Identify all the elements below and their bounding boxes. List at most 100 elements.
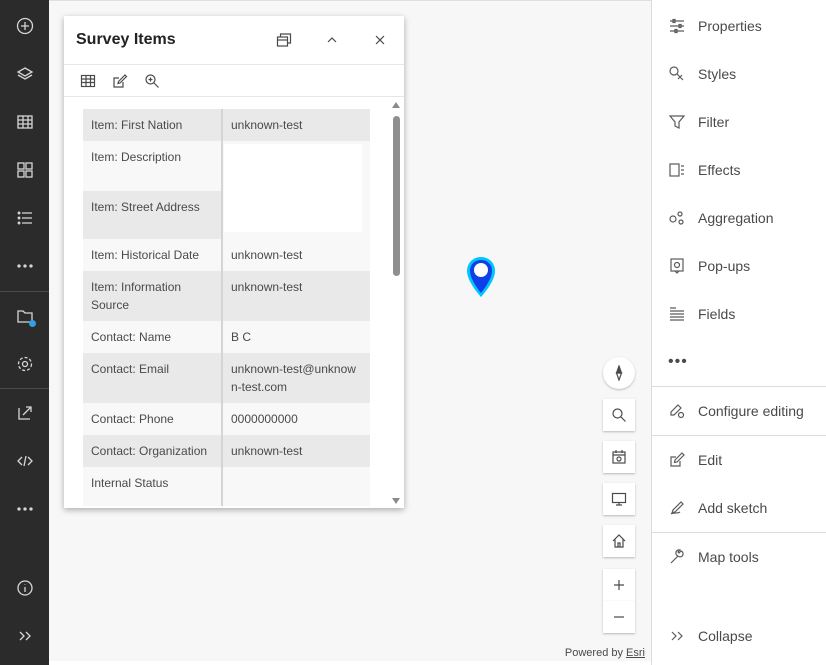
aggregation-icon — [669, 211, 684, 225]
search-button[interactable] — [603, 399, 635, 431]
popup-content[interactable]: Item: First Nation unknown-test Item: De… — [64, 98, 404, 506]
scrollbar[interactable] — [391, 102, 401, 506]
field-value: B C — [222, 321, 370, 353]
wrench-icon — [670, 549, 684, 564]
effects-button[interactable]: Effects — [652, 146, 826, 194]
map-tools-button[interactable]: Map tools — [652, 533, 826, 581]
table-row: Item: Description — [83, 141, 370, 239]
popups-button[interactable]: Pop-ups — [652, 242, 826, 290]
compass-button[interactable] — [603, 357, 635, 389]
effects-icon — [669, 163, 684, 177]
left-action-bar — [0, 0, 49, 665]
dock-icon — [276, 33, 292, 47]
table-row: Item: First Nation unknown-test — [83, 109, 370, 141]
field-name: Item: Historical Date — [83, 239, 223, 271]
edit-feature-button[interactable] — [104, 67, 136, 95]
more-icon: ••• — [668, 353, 688, 370]
code-icon[interactable] — [0, 437, 49, 485]
table-row: Item: Historical Date unknown-test — [83, 239, 370, 271]
zoom-to-icon — [145, 73, 159, 88]
filter-label: Filter — [698, 114, 730, 130]
add-sketch-label: Add sketch — [698, 500, 768, 516]
zoom-to-button[interactable] — [136, 67, 168, 95]
table-row: Item: Information Source unknown-test — [83, 271, 370, 321]
table-row: Contact: Email unknown-test@unknown-test… — [83, 353, 370, 403]
fields-icon — [670, 307, 684, 321]
add-icon[interactable] — [0, 2, 49, 50]
styles-icon — [669, 66, 684, 81]
properties-label: Properties — [698, 18, 762, 34]
table-row: Contact: Name B C — [83, 321, 370, 353]
field-value: unknown-test — [222, 435, 370, 467]
dock-button[interactable] — [260, 16, 308, 64]
list-icon[interactable] — [0, 194, 49, 242]
field-name: Item: First Nation — [83, 109, 223, 141]
table-row: Contact: Organization unknown-test — [83, 435, 370, 467]
gear-icon[interactable] — [0, 340, 49, 388]
field-name: Internal Status — [83, 467, 223, 506]
popup-title: Survey Items — [76, 31, 176, 48]
layers-icon[interactable] — [0, 50, 49, 98]
more-icon[interactable] — [0, 485, 49, 533]
table-icon[interactable] — [0, 98, 49, 146]
esri-link[interactable]: Esri — [626, 647, 645, 659]
more-button[interactable]: ••• — [652, 338, 826, 386]
scroll-down-icon[interactable] — [392, 498, 400, 504]
styles-button[interactable]: Styles — [652, 50, 826, 98]
sliders-icon — [670, 18, 684, 34]
table-row: Internal Status — [83, 467, 370, 506]
close-button[interactable] — [356, 16, 404, 64]
attribution-prefix: Powered by — [564, 647, 627, 659]
home-button[interactable] — [603, 525, 635, 557]
collapse-panel-button[interactable]: Collapse — [652, 612, 826, 660]
edit-button[interactable]: Edit — [652, 436, 826, 484]
field-name: Contact: Organization — [83, 435, 223, 467]
chevrons-right-icon — [671, 631, 683, 641]
field-value: unknown-test — [222, 109, 370, 141]
info-icon[interactable] — [0, 564, 49, 612]
fields-button[interactable]: Fields — [652, 290, 826, 338]
bookmark-button[interactable] — [603, 441, 635, 473]
field-name: Contact: Phone — [83, 403, 223, 435]
popup-header: Survey Items — [64, 16, 404, 65]
field-name: Contact: Email — [83, 353, 223, 403]
configure-edit-icon — [670, 404, 685, 419]
field-value: unknown-test — [222, 271, 370, 321]
zoom-in-button[interactable] — [603, 569, 635, 601]
attribute-table: Item: First Nation unknown-test Item: De… — [83, 109, 370, 506]
map-pin-icon[interactable] — [465, 255, 497, 299]
open-table-button[interactable] — [72, 67, 104, 95]
sketch-icon — [670, 501, 684, 515]
properties-button[interactable]: Properties — [652, 2, 826, 50]
effects-label: Effects — [698, 162, 741, 178]
filter-icon — [668, 115, 686, 129]
field-value: 0000000000 — [222, 403, 370, 435]
filter-button[interactable]: Filter — [652, 98, 826, 146]
add-sketch-button[interactable]: Add sketch — [652, 484, 826, 532]
more-icon[interactable] — [0, 242, 49, 290]
zoom-out-button[interactable] — [603, 601, 635, 633]
chevron-up-icon — [327, 37, 337, 43]
collapse-button[interactable] — [308, 16, 356, 64]
table-row: Contact: Phone 0000000000 — [83, 403, 370, 435]
aggregation-button[interactable]: Aggregation — [652, 194, 826, 242]
aggregation-label: Aggregation — [698, 210, 774, 226]
scroll-thumb[interactable] — [393, 116, 400, 276]
settings-panel: Properties Styles Filter Effects Aggrega… — [651, 0, 826, 665]
feature-popup: Survey Items Item: First Nation unknown-… — [64, 16, 404, 508]
expand-icon[interactable] — [0, 612, 49, 660]
share-icon[interactable] — [0, 389, 49, 437]
folder-icon[interactable] — [0, 292, 49, 340]
field-name: Item: Street Address — [83, 190, 223, 239]
field-name: Contact: Name — [83, 321, 223, 353]
notification-badge — [29, 320, 36, 327]
configure-editing-button[interactable]: Configure editing — [652, 387, 826, 435]
fullscreen-button[interactable] — [603, 483, 635, 515]
styles-label: Styles — [698, 66, 737, 82]
legend-icon[interactable] — [0, 146, 49, 194]
configure-editing-label: Configure editing — [698, 403, 804, 419]
field-value: unknown-test@unknown-test.com — [222, 353, 370, 403]
scroll-up-icon[interactable] — [392, 102, 400, 108]
close-icon — [375, 35, 385, 45]
field-value: unknown-test — [222, 239, 370, 271]
